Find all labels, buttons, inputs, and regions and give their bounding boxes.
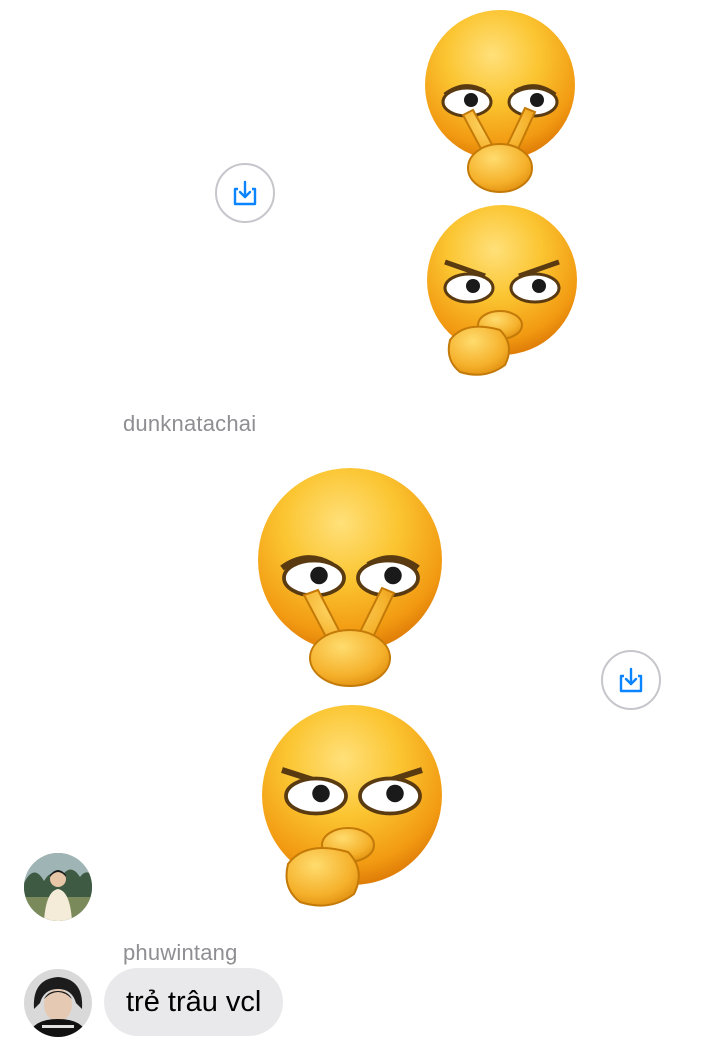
sender-name: phuwintang [123, 940, 238, 965]
avatar-phuwintang[interactable] [24, 969, 92, 1037]
share-button-2[interactable] [601, 650, 661, 710]
share-download-icon [233, 180, 257, 206]
sender-name: dunknatachai [123, 411, 257, 436]
avatar-photo [24, 853, 92, 921]
emoji-sticker-image [258, 468, 442, 907]
share-download-icon [619, 667, 643, 693]
avatar-dunknatachai[interactable] [24, 853, 92, 921]
emoji-sticker-image [425, 10, 577, 376]
message-bubble[interactable]: trẻ trâu vcl [104, 968, 284, 1036]
image-message-1[interactable] [405, 0, 595, 395]
avatar-photo [24, 969, 92, 1037]
message-text: trẻ trâu vcl [126, 985, 262, 1018]
share-button-1[interactable] [215, 163, 275, 223]
image-message-2[interactable] [232, 450, 472, 930]
